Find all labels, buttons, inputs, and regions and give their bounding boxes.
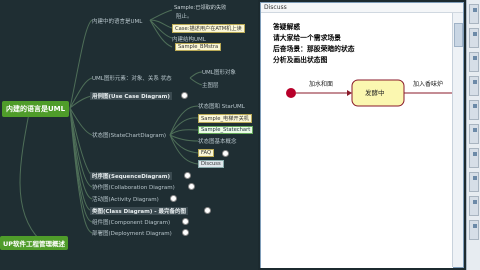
panel-title: Discuss [261,3,463,13]
node-main-layer[interactable]: 主图层 [202,81,219,89]
node-collaboration[interactable]: 协作图(Collaboration Diagram) [92,183,175,191]
node-uml-structure[interactable]: 内建结构UML [172,35,206,43]
collapse-icon[interactable] [204,207,211,214]
mindmap-canvas[interactable]: 内建中的语言是UML Sample:已领取的失败 阻止。 Case:描述用户在A… [0,0,258,270]
panel-content: 答疑解惑 请大家给一个需求场景 后奋场景：那股荣暗的状态 分析及画出状态图 加水… [261,13,453,268]
tab-icon [473,224,477,228]
side-tab-8[interactable] [469,172,479,192]
node-class-diagram[interactable]: 类图(Class Diagram) - 最完备的图 [90,207,188,215]
panel-line-2: 请大家给一个需求场景 [273,34,341,42]
collapse-icon[interactable] [182,229,189,236]
side-toolbar [466,0,480,270]
node-sample-bmstra[interactable]: Sample_BMstra [175,43,222,51]
panel-line-1: 答疑解惑 [273,23,301,31]
node-state-diagram[interactable]: 状态图(StateChartDiagram) [92,131,166,139]
node-sample-elevator[interactable]: Sample_电梯开关机 [198,114,252,123]
collapse-icon[interactable] [184,172,191,179]
side-tab-7[interactable] [469,148,479,168]
side-tab-9[interactable] [469,196,479,216]
side-tab-2[interactable] [469,28,479,48]
node-case-atm[interactable]: Case:描述用户在ATM机上读 [172,24,245,33]
node-sample-statechart[interactable]: Sample_Statechart [198,126,254,134]
node-up-overview[interactable]: UP软件工程管理概述 [0,236,69,250]
node-statechart-concepts[interactable]: 状态图基本概念 [198,137,237,145]
node-deployment[interactable]: 部署图(Deployment Diagram) [92,229,172,237]
tab-icon [473,8,477,12]
vertical-scrollbar[interactable] [452,13,463,267]
tab-icon [473,104,477,108]
state-diagram [286,79,453,107]
node-sequence[interactable]: 时序图(SequenceDiagram) [90,172,172,180]
transition-label: 加水和面 [309,81,334,88]
side-tab-3[interactable] [469,52,479,72]
node-sample-fail[interactable]: Sample:已领取的失败 [172,4,228,11]
tab-icon [473,176,477,180]
side-tab-10[interactable] [469,220,479,240]
collapse-icon[interactable] [222,150,229,157]
node-uml-objects[interactable]: UML图形对象 [202,68,236,76]
node-top-group[interactable]: 内建中的语言是UML [92,17,142,25]
collapse-icon[interactable] [181,92,188,99]
side-tab-6[interactable] [469,124,479,144]
scrollbar-thumb[interactable] [454,23,463,47]
node-faq[interactable]: FAQ [198,149,215,157]
node-component[interactable]: 组件图(Component Diagram) [92,218,170,226]
state-label: 发酵中 [365,89,385,97]
discuss-panel: Discuss 答疑解惑 请大家给一个需求场景 后奋场景：那股荣暗的状态 分析及… [260,2,464,268]
tab-icon [473,80,477,84]
tab-icon [473,32,477,36]
node-root[interactable]: 内建的语言是UML [2,101,70,117]
tab-icon [473,152,477,156]
node-activity[interactable]: 活动图(Activity Diagram) [92,195,159,203]
exit-label: 加入香味炉 [413,81,444,88]
node-sample-fail-sub[interactable]: 阻止。 [176,12,193,20]
node-statechart-staruml[interactable]: 状态图和 StarUML [198,102,245,110]
tab-icon [473,56,477,60]
node-use-case[interactable]: 用例图(Use Case Diagram) [90,92,172,100]
side-tab-5[interactable] [469,100,479,120]
panel-line-4: 分析及画出状态图 [273,56,328,64]
collapse-icon[interactable] [188,183,195,190]
side-tab-1[interactable] [469,4,479,24]
tab-icon [473,200,477,204]
side-tab-4[interactable] [469,76,479,96]
collapse-icon[interactable] [170,195,177,202]
tab-icon [473,128,477,132]
node-uml-elements[interactable]: UML图形元素：对象、关系 状态 [92,74,172,82]
panel-line-3: 后奋场景：那股荣暗的状态 [273,45,355,53]
initial-state-icon [286,88,296,98]
collapse-icon[interactable] [182,218,189,225]
node-discuss[interactable]: Discuss [198,160,224,168]
